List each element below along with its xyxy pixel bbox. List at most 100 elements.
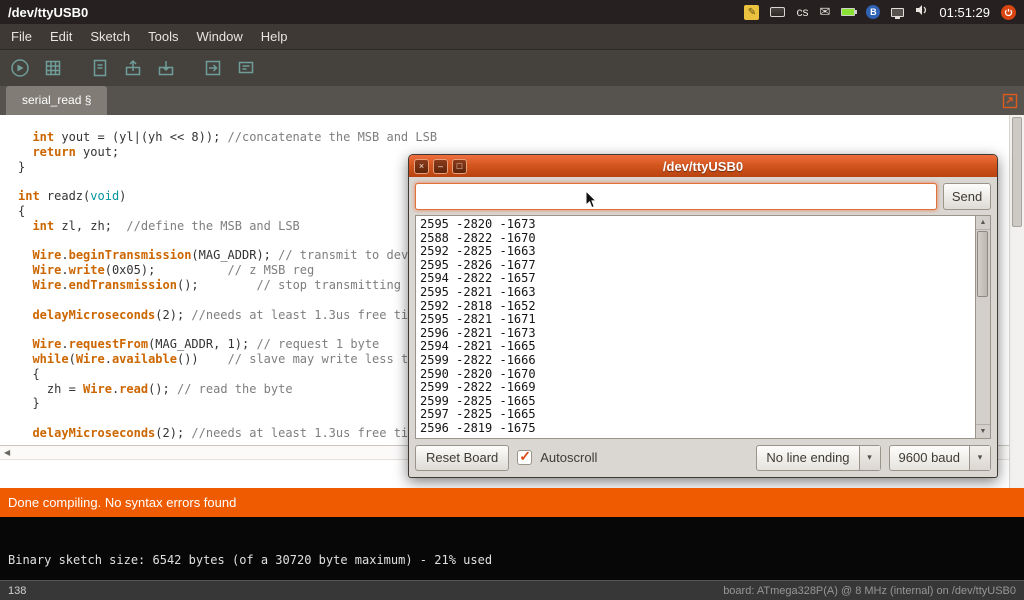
chevron-down-icon[interactable]: ▾: [969, 446, 990, 470]
board-info: board: ATmega328P(A) @ 8 MHz (internal) …: [723, 585, 1016, 597]
mail-icon[interactable]: ✉: [819, 5, 830, 19]
open-button[interactable]: [120, 55, 146, 81]
top-panel: /dev/ttyUSB0 ✎ cs ✉ B 01:51:29: [0, 0, 1024, 24]
serial-line: 2599 -2825 -1665: [420, 395, 974, 409]
line-ending-value: No line ending: [757, 446, 858, 470]
scrollbar-thumb[interactable]: [1012, 117, 1022, 227]
menu-item-file[interactable]: File: [2, 24, 41, 50]
verify-button[interactable]: [7, 55, 33, 81]
code-line: int zl, zh; //define the MSB and LSB: [18, 219, 437, 234]
code-line: Wire.requestFrom(MAG_ADDR, 1); // reques…: [18, 337, 437, 352]
code-line: [18, 174, 437, 189]
tabbar: serial_read §: [0, 86, 1024, 115]
serial-line: 2596 -2821 -1673: [420, 327, 974, 341]
serial-line: 2592 -2825 -1663: [420, 245, 974, 259]
code-line: }: [18, 160, 437, 175]
notes-icon[interactable]: ✎: [744, 5, 759, 20]
keyboard-layout-indicator[interactable]: cs: [796, 5, 808, 19]
serial-output: 2595 -2820 -16732588 -2822 -16702592 -28…: [420, 218, 974, 438]
serial-monitor-button[interactable]: [233, 55, 259, 81]
serial-line: 2595 -2826 -1677: [420, 259, 974, 273]
toolbar: [0, 50, 1024, 86]
serial-monitor-body: Send 2595 -2820 -16732588 -2822 -1670259…: [409, 177, 997, 477]
menu-item-window[interactable]: Window: [187, 24, 251, 50]
battery-icon[interactable]: [841, 8, 855, 16]
code-line: {: [18, 204, 437, 219]
code-line: [18, 411, 437, 426]
send-button[interactable]: Send: [943, 183, 991, 210]
ide-footer: 138 board: ATmega328P(A) @ 8 MHz (intern…: [0, 580, 1024, 600]
chevron-down-icon[interactable]: ▾: [859, 446, 880, 470]
serial-input[interactable]: [415, 183, 937, 210]
active-window-title: /dev/ttyUSB0: [8, 5, 88, 20]
serial-monitor-title: /dev/ttyUSB0: [409, 159, 997, 174]
menu-item-help[interactable]: Help: [252, 24, 297, 50]
build-console: Binary sketch size: 6542 bytes (of a 307…: [0, 517, 1024, 580]
compile-status-message: Done compiling. No syntax errors found: [8, 495, 236, 510]
code-line: while(Wire.available()) // slave may wri…: [18, 352, 437, 367]
line-number-indicator: 138: [8, 585, 26, 597]
serial-line: 2590 -2820 -1670: [420, 368, 974, 382]
menu-item-tools[interactable]: Tools: [139, 24, 187, 50]
scroll-up-icon[interactable]: ▲: [976, 216, 990, 230]
serial-line: 2596 -2819 -1675: [420, 422, 974, 436]
minimize-icon[interactable]: –: [433, 159, 448, 174]
clock[interactable]: 01:51:29: [939, 5, 990, 20]
network-icon[interactable]: [891, 8, 904, 17]
line-ending-dropdown[interactable]: No line ending ▾: [756, 445, 880, 471]
reset-board-button[interactable]: Reset Board: [415, 445, 509, 471]
autoscroll-checkbox[interactable]: ✓: [517, 450, 532, 465]
code-area[interactable]: int yout = (yl|(yh << 8)); //concatenate…: [18, 130, 437, 441]
serial-monitor-window: /dev/ttyUSB0 × – □ Send 2595 -2820 -1673…: [408, 154, 998, 478]
baud-rate-dropdown[interactable]: 9600 baud ▾: [889, 445, 991, 471]
code-line: Wire.write(0x05); // z MSB reg: [18, 263, 437, 278]
serial-line: 2594 -2822 -1657: [420, 272, 974, 286]
bluetooth-icon[interactable]: B: [866, 5, 880, 19]
session-power-icon[interactable]: [1001, 5, 1016, 20]
code-line: {: [18, 367, 437, 382]
menubar: FileEditSketchToolsWindowHelp: [0, 24, 1024, 50]
tab-menu-icon[interactable]: [1001, 92, 1018, 109]
window-controls: × – □: [414, 159, 467, 174]
serial-line: 2595 -2821 -1663: [420, 286, 974, 300]
compile-status-bar: Done compiling. No syntax errors found: [0, 488, 1024, 517]
code-line: return yout;: [18, 145, 437, 160]
code-line: Wire.endTransmission(); // stop transmit…: [18, 278, 437, 293]
code-line: delayMicroseconds(2); //needs at least 1…: [18, 426, 437, 441]
serial-line: 2599 -2822 -1666: [420, 354, 974, 368]
code-line: int readz(void): [18, 189, 437, 204]
serial-line: 2595 -2821 -1671: [420, 313, 974, 327]
upload-button[interactable]: [200, 55, 226, 81]
code-line: [18, 234, 437, 249]
code-line: [18, 322, 437, 337]
serial-output-area: 2595 -2820 -16732588 -2822 -16702592 -28…: [415, 215, 991, 439]
serial-scrollbar[interactable]: ▲ ▼: [975, 216, 990, 438]
autoscroll-label: Autoscroll: [540, 450, 597, 465]
desktop: /dev/ttyUSB0 ✎ cs ✉ B 01:51:29 FileEditS…: [0, 0, 1024, 600]
volume-icon[interactable]: [915, 3, 928, 21]
editor-vertical-scrollbar[interactable]: [1009, 115, 1024, 488]
checkbox-check-icon: ✓: [519, 448, 531, 465]
serial-line: 2588 -2822 -1670: [420, 232, 974, 246]
scrollbar-thumb[interactable]: [977, 231, 988, 297]
menu-item-edit[interactable]: Edit: [41, 24, 81, 50]
menu-item-sketch[interactable]: Sketch: [81, 24, 139, 50]
baud-rate-value: 9600 baud: [890, 446, 969, 470]
serial-line: 2592 -2818 -1652: [420, 300, 974, 314]
scroll-left-icon[interactable]: ◀: [4, 448, 10, 457]
save-button[interactable]: [153, 55, 179, 81]
maximize-icon[interactable]: □: [452, 159, 467, 174]
tab-serial-read[interactable]: serial_read §: [6, 86, 107, 115]
serial-line: 2594 -2821 -1665: [420, 340, 974, 354]
serial-input-row: Send: [415, 183, 991, 210]
code-line: [18, 293, 437, 308]
code-line: int yout = (yl|(yh << 8)); //concatenate…: [18, 130, 437, 145]
serial-monitor-titlebar[interactable]: /dev/ttyUSB0 × – □: [409, 155, 997, 177]
new-sketch-button[interactable]: [87, 55, 113, 81]
close-icon[interactable]: ×: [414, 159, 429, 174]
scroll-down-icon[interactable]: ▼: [976, 424, 990, 438]
keyboard-icon[interactable]: [770, 7, 785, 17]
stop-button[interactable]: [40, 55, 66, 81]
serial-line: 2597 -2825 -1665: [420, 408, 974, 422]
system-tray: ✎ cs ✉ B 01:51:29: [744, 3, 1024, 21]
